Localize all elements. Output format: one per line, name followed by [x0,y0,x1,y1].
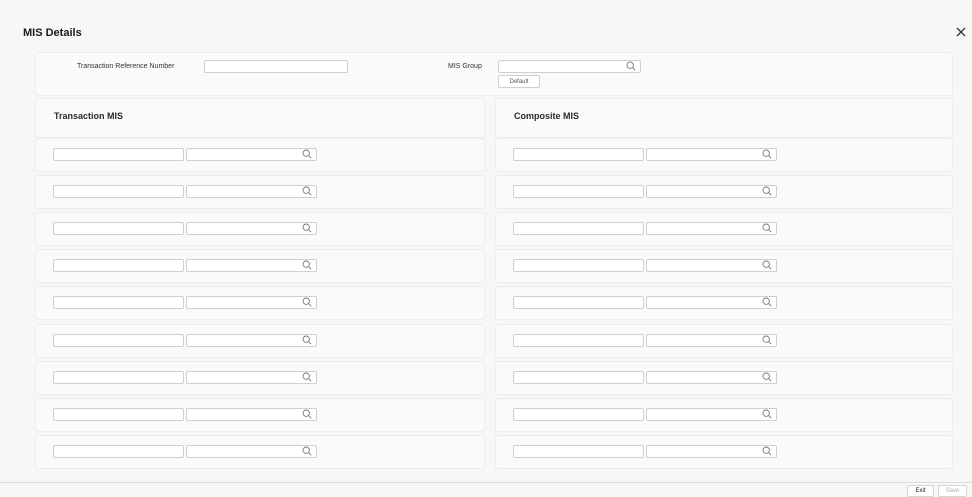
composite-mis-row [495,324,953,358]
composite-mis-code-input[interactable] [513,371,644,384]
composite-mis-code-input[interactable] [513,334,644,347]
transaction-mis-row [35,324,485,358]
composite-mis-row [495,138,953,172]
composite-mis-row [495,212,953,246]
composite-mis-code-input[interactable] [513,296,644,309]
exit-button[interactable]: Exit [907,485,934,497]
transaction-mis-value-input[interactable] [186,296,317,309]
composite-mis-value-input[interactable] [646,259,777,272]
composite-mis-value-input[interactable] [646,445,777,458]
composite-mis-row [495,286,953,320]
title-bar: MIS Details [0,10,972,50]
save-button[interactable]: Save [938,485,967,497]
search-icon[interactable] [762,297,772,307]
search-icon[interactable] [762,186,772,196]
transaction-mis-code-input[interactable] [53,185,184,198]
transaction-mis-row [35,138,485,172]
transaction-mis-value-input[interactable] [186,222,317,235]
search-icon[interactable] [302,446,312,456]
transaction-mis-value-input[interactable] [186,148,317,161]
footer-divider [0,482,972,483]
search-icon[interactable] [302,260,312,270]
transaction-mis-value-input[interactable] [186,445,317,458]
default-button[interactable]: Default [498,75,540,88]
search-icon[interactable] [302,297,312,307]
transaction-mis-value-input[interactable] [186,334,317,347]
composite-mis-section: Composite MIS [495,98,953,138]
transaction-mis-code-input[interactable] [53,408,184,421]
transaction-mis-code-input[interactable] [53,445,184,458]
transaction-mis-row [35,212,485,246]
composite-mis-code-input[interactable] [513,259,644,272]
composite-mis-value-input[interactable] [646,371,777,384]
search-icon[interactable] [626,61,636,71]
transaction-mis-code-input[interactable] [53,334,184,347]
transaction-mis-value-input[interactable] [186,371,317,384]
search-icon[interactable] [302,409,312,419]
composite-mis-title: Composite MIS [514,111,580,121]
mis-group-label: MIS Group [448,63,482,70]
transaction-mis-code-input[interactable] [53,296,184,309]
composite-mis-code-input[interactable] [513,445,644,458]
search-icon[interactable] [302,223,312,233]
composite-mis-row [495,361,953,395]
transaction-mis-code-input[interactable] [53,222,184,235]
search-icon[interactable] [762,149,772,159]
composite-mis-code-input[interactable] [513,185,644,198]
search-icon[interactable] [302,186,312,196]
search-icon[interactable] [762,446,772,456]
composite-mis-row [495,175,953,209]
composite-mis-value-input[interactable] [646,334,777,347]
search-icon[interactable] [762,260,772,270]
transaction-mis-section: Transaction MIS [35,98,485,138]
page-title: MIS Details [23,27,82,39]
transaction-mis-row [35,249,485,283]
transaction-mis-value-input[interactable] [186,185,317,198]
header-panel: Transaction Reference Number * MIS Group… [35,52,953,96]
transaction-mis-row [35,398,485,432]
transaction-mis-row [35,286,485,320]
search-icon[interactable] [762,335,772,345]
transaction-mis-row [35,435,485,469]
close-icon[interactable] [955,26,967,38]
composite-mis-value-input[interactable] [646,222,777,235]
composite-mis-row [495,398,953,432]
transaction-mis-value-input[interactable] [186,408,317,421]
transaction-mis-value-input[interactable] [186,259,317,272]
search-icon[interactable] [762,372,772,382]
search-icon[interactable] [762,409,772,419]
composite-mis-code-input[interactable] [513,408,644,421]
composite-mis-row [495,249,953,283]
txn-ref-input[interactable] [204,60,348,73]
composite-mis-row [495,435,953,469]
transaction-mis-title: Transaction MIS [54,111,124,121]
mis-details-page: MIS Details Transaction Reference Number… [0,0,972,497]
search-icon[interactable] [302,335,312,345]
search-icon[interactable] [762,223,772,233]
transaction-mis-code-input[interactable] [53,259,184,272]
transaction-mis-code-input[interactable] [53,148,184,161]
transaction-mis-row [35,175,485,209]
composite-mis-value-input[interactable] [646,148,777,161]
transaction-mis-row [35,361,485,395]
search-icon[interactable] [302,372,312,382]
composite-mis-code-input[interactable] [513,148,644,161]
composite-mis-value-input[interactable] [646,296,777,309]
search-icon[interactable] [302,149,312,159]
transaction-mis-code-input[interactable] [53,371,184,384]
txn-ref-label: Transaction Reference Number [77,63,175,70]
composite-mis-value-input[interactable] [646,408,777,421]
mis-group-input[interactable] [498,60,641,73]
composite-mis-code-input[interactable] [513,222,644,235]
composite-mis-value-input[interactable] [646,185,777,198]
